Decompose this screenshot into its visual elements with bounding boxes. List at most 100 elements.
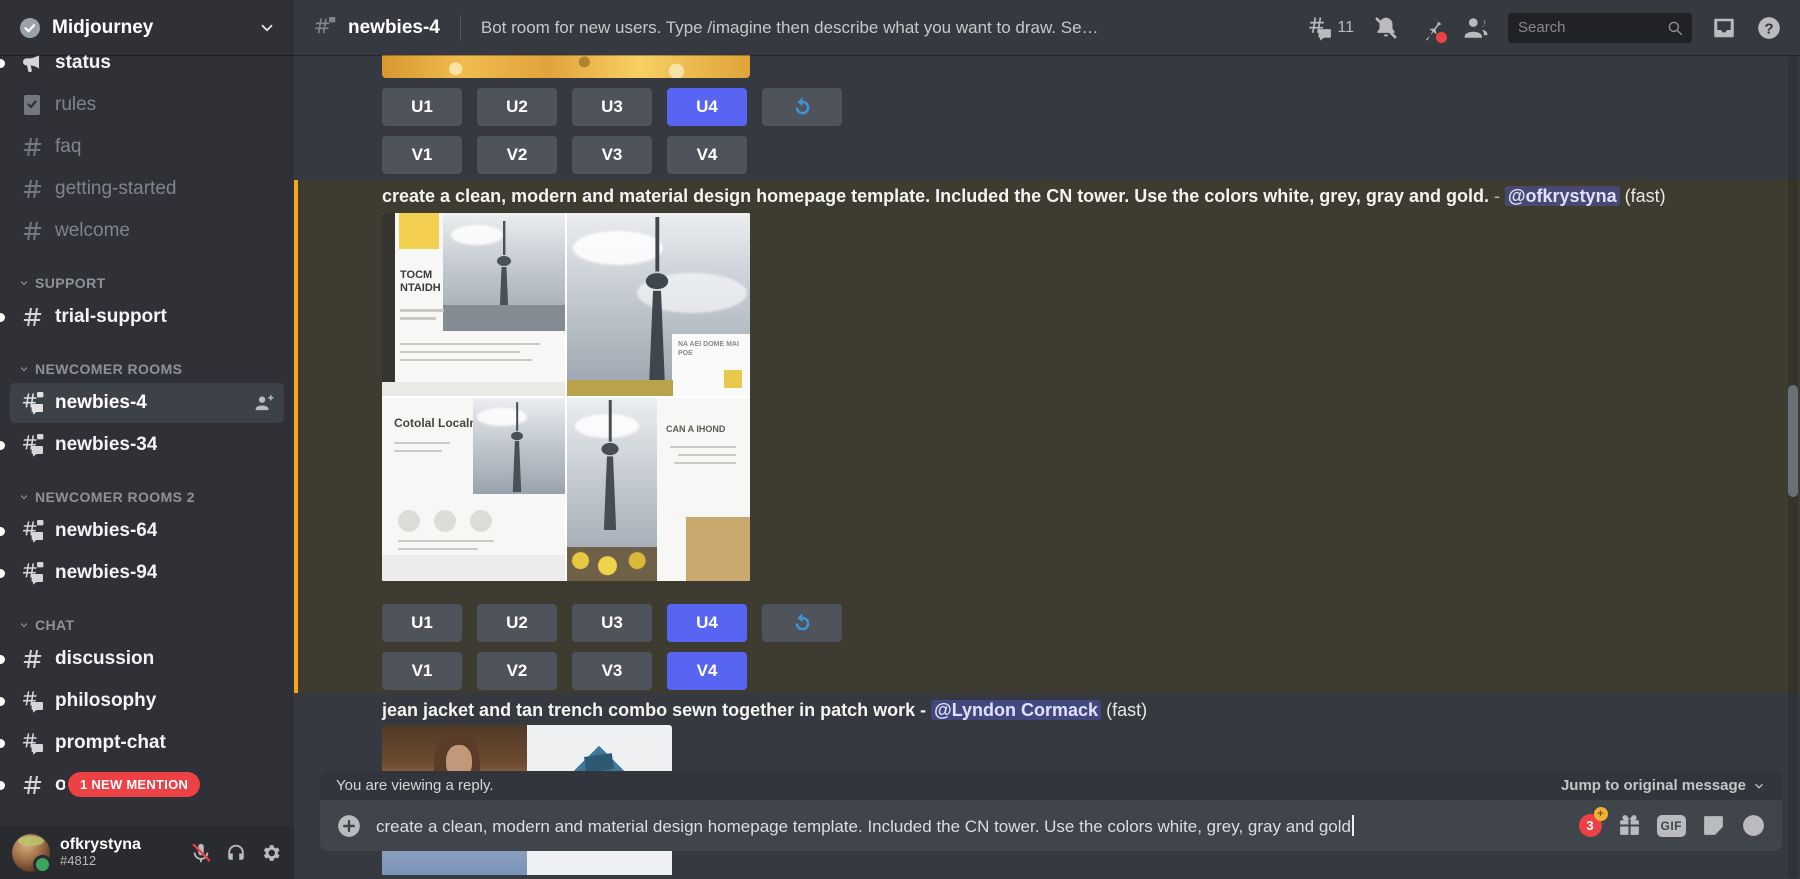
sidebar-item-newbies-64[interactable]: newbies-64 bbox=[10, 511, 284, 551]
mention-ofkrystyna[interactable]: @ofkrystyna bbox=[1505, 186, 1620, 206]
chevron-down-icon bbox=[1752, 779, 1766, 793]
search-box[interactable] bbox=[1508, 13, 1692, 43]
sidebar-item-getting-started[interactable]: getting-started bbox=[10, 169, 284, 209]
v3-button[interactable]: V3 bbox=[572, 652, 652, 690]
category-label: CHAT bbox=[35, 617, 75, 633]
notifications-muted-icon[interactable] bbox=[1373, 15, 1399, 41]
threads-button[interactable]: 11 bbox=[1306, 15, 1354, 41]
sidebar-item-welcome[interactable]: welcome bbox=[10, 211, 284, 251]
refresh-icon bbox=[791, 96, 814, 119]
refresh-icon bbox=[791, 612, 814, 635]
emoji-icon[interactable] bbox=[1741, 813, 1766, 838]
sticker-icon[interactable] bbox=[1701, 813, 1726, 838]
category-newcomer-rooms-2[interactable]: NEWCOMER ROOMS 2 bbox=[10, 485, 284, 509]
plus-mini-icon: + bbox=[1594, 807, 1608, 821]
category-label: SUPPORT bbox=[35, 275, 106, 291]
template-heading: TOCM NTAIDH bbox=[400, 269, 448, 295]
sidebar-item-discussion[interactable]: discussion bbox=[10, 639, 284, 679]
message-input-row: create a clean, modern and material desi… bbox=[320, 800, 1782, 851]
message-area: U1 U2 U3 U4 V1 V2 V3 V4 create a clean, … bbox=[294, 55, 1800, 879]
new-mention-badge[interactable]: 1 NEW MENTION bbox=[68, 772, 200, 797]
misspelled-word: and bbox=[1286, 817, 1314, 837]
sidebar-item-prompt-chat[interactable]: prompt-chat bbox=[10, 723, 284, 763]
sidebar-item-rules[interactable]: rules bbox=[10, 85, 284, 125]
reroll-button[interactable] bbox=[762, 604, 842, 642]
server-header[interactable]: Midjourney bbox=[0, 0, 294, 55]
hash-chat-lock-icon bbox=[20, 561, 44, 585]
mention-lyndon-cormack[interactable]: @Lyndon Cormack bbox=[931, 700, 1101, 720]
gift-icon[interactable] bbox=[1617, 813, 1642, 838]
upscale-row-1: U1 U2 U3 U4 bbox=[382, 88, 842, 126]
member-list-icon[interactable] bbox=[1463, 15, 1489, 41]
hash-chat-lock-icon bbox=[312, 16, 336, 40]
misspelled-word: and bbox=[555, 817, 583, 837]
hash-icon bbox=[20, 773, 44, 797]
gif-picker-button[interactable]: GIF bbox=[1657, 815, 1687, 837]
unread-dot bbox=[0, 441, 5, 450]
inbox-icon[interactable] bbox=[1711, 15, 1737, 41]
chevron-down-icon bbox=[18, 491, 30, 503]
search-input[interactable] bbox=[1516, 18, 1666, 37]
channel-label: newbies-34 bbox=[55, 434, 157, 456]
help-icon[interactable]: ? bbox=[1756, 15, 1782, 41]
u3-button[interactable]: U3 bbox=[572, 88, 652, 126]
v2-button[interactable]: V2 bbox=[477, 652, 557, 690]
attach-button[interactable] bbox=[336, 813, 362, 839]
v1-button[interactable]: V1 bbox=[382, 136, 462, 174]
pinned-messages-button[interactable] bbox=[1418, 15, 1444, 41]
sidebar-item-off-topic[interactable]: off- 1 NEW MENTION bbox=[10, 765, 284, 805]
hash-icon bbox=[20, 219, 44, 243]
sidebar-item-newbies-34[interactable]: newbies-34 bbox=[10, 425, 284, 465]
sidebar-item-philosophy[interactable]: philosophy bbox=[10, 681, 284, 721]
server-name: Midjourney bbox=[52, 17, 153, 39]
v2-button[interactable]: V2 bbox=[477, 136, 557, 174]
u4-button[interactable]: U4 bbox=[667, 604, 747, 642]
category-chat[interactable]: CHAT bbox=[10, 613, 284, 637]
previous-grid-image[interactable] bbox=[382, 55, 750, 78]
v4-button[interactable]: V4 bbox=[667, 136, 747, 174]
threads-count: 11 bbox=[1337, 19, 1354, 37]
unread-dot bbox=[0, 59, 5, 68]
settings-gear-icon[interactable] bbox=[260, 842, 282, 864]
mic-muted-icon[interactable] bbox=[190, 842, 212, 864]
category-newcomer-rooms[interactable]: NEWCOMER ROOMS bbox=[10, 357, 284, 381]
reroll-button[interactable] bbox=[762, 88, 842, 126]
reaction-count-badge[interactable]: 3+ bbox=[1579, 814, 1602, 837]
u4-button[interactable]: U4 bbox=[667, 88, 747, 126]
username: ofkrystyna bbox=[60, 836, 141, 854]
discord-app: Midjourney status rules faq getting-star… bbox=[0, 0, 1800, 879]
text-cursor bbox=[1352, 815, 1354, 836]
prompt: create a clean, modern and material desi… bbox=[382, 186, 1489, 206]
chevron-down-icon bbox=[18, 363, 30, 375]
v1-button[interactable]: V1 bbox=[382, 652, 462, 690]
chevron-down-icon bbox=[18, 619, 30, 631]
u3-button[interactable]: U3 bbox=[572, 604, 652, 642]
message-input[interactable]: create a clean, modern and material desi… bbox=[376, 815, 1565, 837]
user-info[interactable]: ofkrystyna #4812 bbox=[60, 836, 141, 869]
u1-button[interactable]: U1 bbox=[382, 604, 462, 642]
sidebar-item-faq[interactable]: faq bbox=[10, 127, 284, 167]
create-invite-icon[interactable] bbox=[254, 393, 274, 413]
sidebar-item-newbies-94[interactable]: newbies-94 bbox=[10, 553, 284, 593]
channel-title: newbies-4 bbox=[348, 17, 440, 39]
v3-button[interactable]: V3 bbox=[572, 136, 652, 174]
scrollbar-thumb[interactable] bbox=[1788, 385, 1798, 497]
channel-label: newbies-64 bbox=[55, 520, 157, 542]
channel-label: discussion bbox=[55, 648, 154, 670]
sidebar-item-trial-support[interactable]: trial-support bbox=[10, 297, 284, 337]
u2-button[interactable]: U2 bbox=[477, 88, 557, 126]
channel-topic[interactable]: Bot room for new users. Type /imagine th… bbox=[481, 18, 1101, 38]
headphones-icon[interactable] bbox=[225, 842, 247, 864]
v4-button[interactable]: V4 bbox=[667, 652, 747, 690]
sidebar-item-newbies-4[interactable]: newbies-4 bbox=[10, 383, 284, 423]
u1-button[interactable]: U1 bbox=[382, 88, 462, 126]
hash-icon bbox=[20, 177, 44, 201]
jump-to-original-button[interactable]: Jump to original message bbox=[1561, 777, 1766, 794]
u2-button[interactable]: U2 bbox=[477, 604, 557, 642]
threads-icon bbox=[1306, 15, 1332, 41]
prompt: jean jacket and tan trench combo sewn to… bbox=[382, 700, 915, 720]
channel-label: newbies-94 bbox=[55, 562, 157, 584]
category-support[interactable]: SUPPORT bbox=[10, 271, 284, 295]
user-avatar[interactable] bbox=[12, 834, 50, 872]
generated-image-grid[interactable]: TOCM NTAIDH NA AEI DOME MAI POE bbox=[382, 213, 750, 581]
